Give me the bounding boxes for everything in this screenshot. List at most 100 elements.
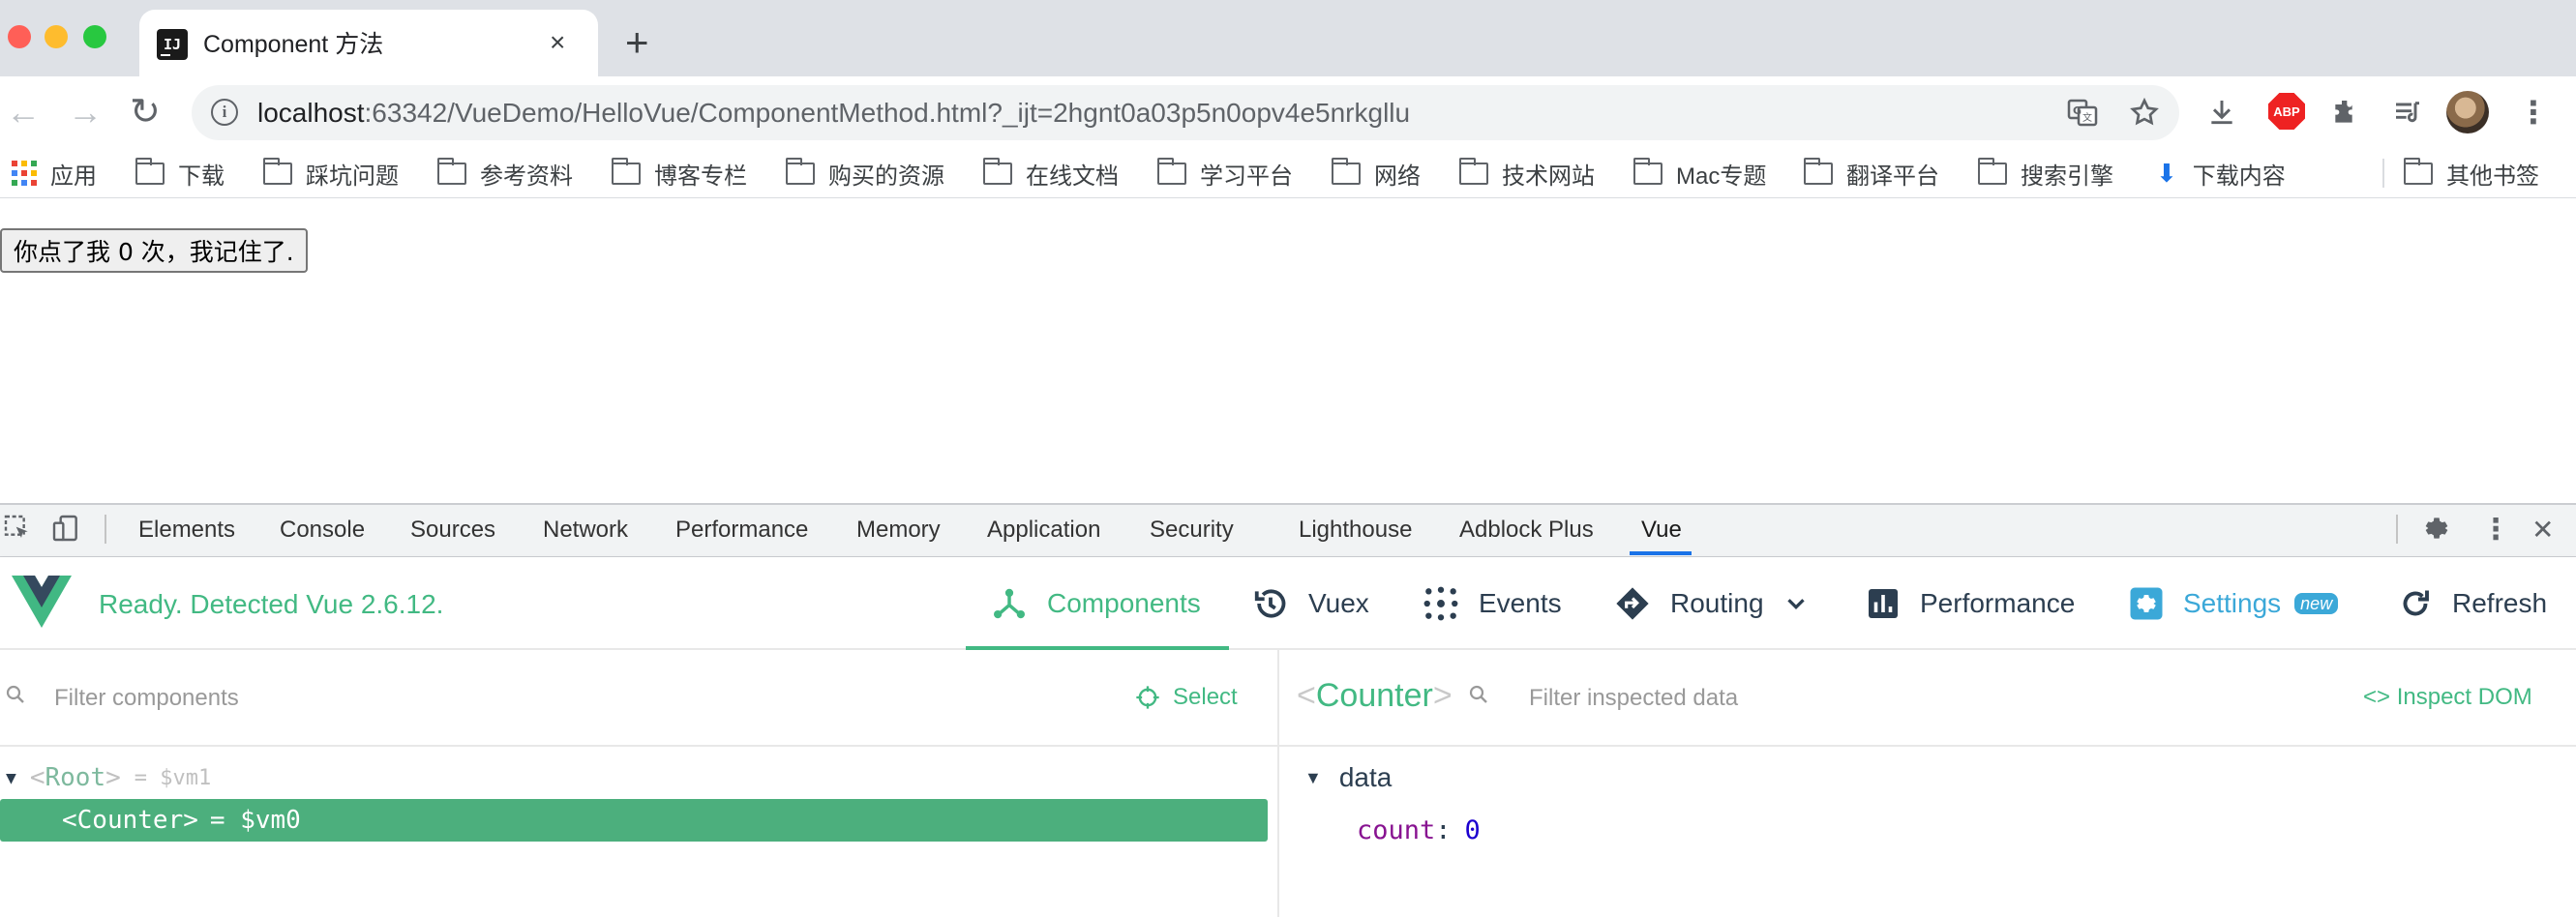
tab-adblock-plus[interactable]: Adblock Plus: [1459, 515, 1594, 546]
nav-routing[interactable]: Routing: [1614, 573, 1811, 635]
inspect-dom-button[interactable]: <> Inspect DOM: [2363, 679, 2532, 716]
bookmark-other[interactable]: 其他书签: [2403, 155, 2539, 192]
data-property-row[interactable]: count:0: [1357, 809, 1481, 851]
folder-icon: [982, 157, 1012, 185]
nav-label: Events: [1479, 588, 1562, 618]
counter-button[interactable]: 你点了我 0 次，我记住了.: [0, 228, 308, 273]
bookmark-label: 购买的资源: [828, 163, 944, 190]
device-toolbar-icon[interactable]: [50, 513, 81, 552]
tab-network[interactable]: Network: [543, 515, 628, 546]
active-tab-indicator: [1630, 551, 1692, 555]
bookmark-label: 参考资料: [480, 163, 573, 190]
nav-refresh[interactable]: Refresh: [2398, 573, 2547, 635]
bookmark-label: 博客专栏: [654, 163, 747, 190]
tab-application[interactable]: Application: [987, 515, 1100, 546]
devtools-close-icon[interactable]: ✕: [2531, 513, 2554, 547]
nav-label: Performance: [1920, 588, 2076, 618]
nav-performance[interactable]: Performance: [1866, 573, 2075, 635]
profile-avatar[interactable]: [2446, 91, 2489, 133]
bookmark-folder[interactable]: 踩坑问题: [262, 155, 399, 192]
bookmark-folder[interactable]: 在线文档: [982, 155, 1119, 192]
folder-icon: [785, 157, 815, 185]
bookmark-label: 下载内容: [2192, 163, 2286, 190]
tab-title: Component 方法: [203, 31, 384, 58]
bookmark-folder[interactable]: 学习平台: [1156, 155, 1293, 192]
crosshair-icon: [1136, 686, 1159, 709]
bookmark-folder[interactable]: 搜索引擎: [1977, 155, 2113, 192]
bookmark-folder[interactable]: 网络: [1331, 155, 1421, 192]
folder-icon: [611, 157, 641, 185]
tab-security[interactable]: Security: [1150, 515, 1234, 546]
download-icon[interactable]: [2202, 93, 2241, 132]
bookmark-folder[interactable]: 参考资料: [436, 155, 573, 192]
bookmark-label: Mac专题: [1676, 163, 1767, 190]
bookmark-label: 应用: [50, 163, 97, 190]
bookmark-label: 网络: [1374, 163, 1421, 190]
caret-down-icon: ▼: [6, 767, 16, 788]
bookmark-label: 其他书签: [2446, 163, 2539, 190]
tree-row-counter-selected[interactable]: <Counter> = $vm0: [0, 799, 1268, 842]
bookmark-star-icon[interactable]: [2125, 93, 2164, 132]
vue-status-text: Ready. Detected Vue 2.6.12.: [99, 589, 444, 619]
close-window-button[interactable]: [8, 25, 31, 48]
vue-logo-icon: [12, 576, 72, 628]
tab-close-icon[interactable]: ×: [550, 27, 565, 58]
bookmark-label: 学习平台: [1200, 163, 1293, 190]
tab-console[interactable]: Console: [280, 515, 365, 546]
folder-icon: [262, 157, 292, 185]
tab-vue[interactable]: Vue: [1641, 515, 1682, 546]
tab-sources[interactable]: Sources: [410, 515, 495, 546]
svg-text:文: 文: [2082, 111, 2092, 124]
devtools-divider: [2396, 515, 2398, 544]
routing-sign-icon: [1616, 587, 1649, 620]
reading-list-icon[interactable]: [2388, 93, 2427, 132]
zoom-window-button[interactable]: [83, 25, 106, 48]
inspected-component-title: <Counter>: [1297, 675, 1453, 716]
devtools-tab-bar: [0, 503, 2576, 557]
bookmark-folder[interactable]: 翻译平台: [1803, 155, 1939, 192]
nav-events[interactable]: Events: [1423, 573, 1562, 635]
inspect-element-icon[interactable]: [2, 513, 33, 552]
devtools-kebab-icon[interactable]: ⋮: [2481, 513, 2510, 547]
extensions-puzzle-icon[interactable]: [2326, 93, 2365, 132]
reload-button[interactable]: ↻: [130, 91, 161, 133]
kebab-menu-icon[interactable]: ⋮: [2514, 93, 2553, 132]
filter-components-input[interactable]: [54, 679, 1099, 718]
tree-row-root[interactable]: ▼ < Root > = $vm1: [0, 756, 1268, 799]
tab-elements[interactable]: Elements: [138, 515, 235, 546]
tab-performance[interactable]: Performance: [675, 515, 808, 546]
forward-button[interactable]: →: [68, 91, 103, 133]
translate-icon[interactable]: G文: [2063, 93, 2102, 132]
filter-divider: [0, 745, 1277, 747]
bookmark-folder[interactable]: 购买的资源: [785, 155, 944, 192]
filter-inspected-data-input[interactable]: [1529, 679, 2322, 718]
bookmark-downloads[interactable]: ⬇ 下载内容: [2156, 155, 2286, 192]
minimize-window-button[interactable]: [45, 25, 68, 48]
nav-components[interactable]: Components: [991, 573, 1201, 635]
url-text[interactable]: localhost:63342/VueDemo/HelloVue/Compone…: [257, 96, 1410, 131]
property-key: count: [1357, 814, 1436, 845]
bookmark-label: 下载: [178, 163, 225, 190]
site-info-icon[interactable]: i: [211, 99, 238, 126]
nav-settings[interactable]: Settings new: [2129, 573, 2339, 635]
nav-label: Settings: [2183, 588, 2282, 618]
nav-vuex[interactable]: Vuex: [1252, 573, 1369, 635]
folder-icon: [1331, 157, 1361, 185]
bookmark-folder[interactable]: 下载: [135, 155, 225, 192]
bookmark-folder[interactable]: 技术网站: [1458, 155, 1595, 192]
bookmark-label: 踩坑问题: [306, 163, 399, 190]
select-component-button[interactable]: Select: [1134, 679, 1238, 716]
data-section-header[interactable]: ▼ data: [1304, 756, 1392, 799]
bookmark-folder[interactable]: 博客专栏: [611, 155, 747, 192]
bookmark-apps[interactable]: 应用: [12, 155, 97, 192]
bookmark-label: 搜索引擎: [2021, 163, 2113, 190]
back-button[interactable]: ←: [6, 91, 41, 133]
filter-divider: [1279, 745, 2576, 747]
tab-lighthouse[interactable]: Lighthouse: [1299, 515, 1412, 546]
tag-bracket: >: [105, 763, 121, 792]
devtools-settings-gear-icon[interactable]: [2419, 513, 2450, 552]
tab-memory[interactable]: Memory: [856, 515, 941, 546]
new-tab-button[interactable]: +: [625, 21, 649, 64]
vm-ref: = $vm0: [209, 806, 301, 835]
bookmark-folder[interactable]: Mac专题: [1632, 155, 1767, 192]
